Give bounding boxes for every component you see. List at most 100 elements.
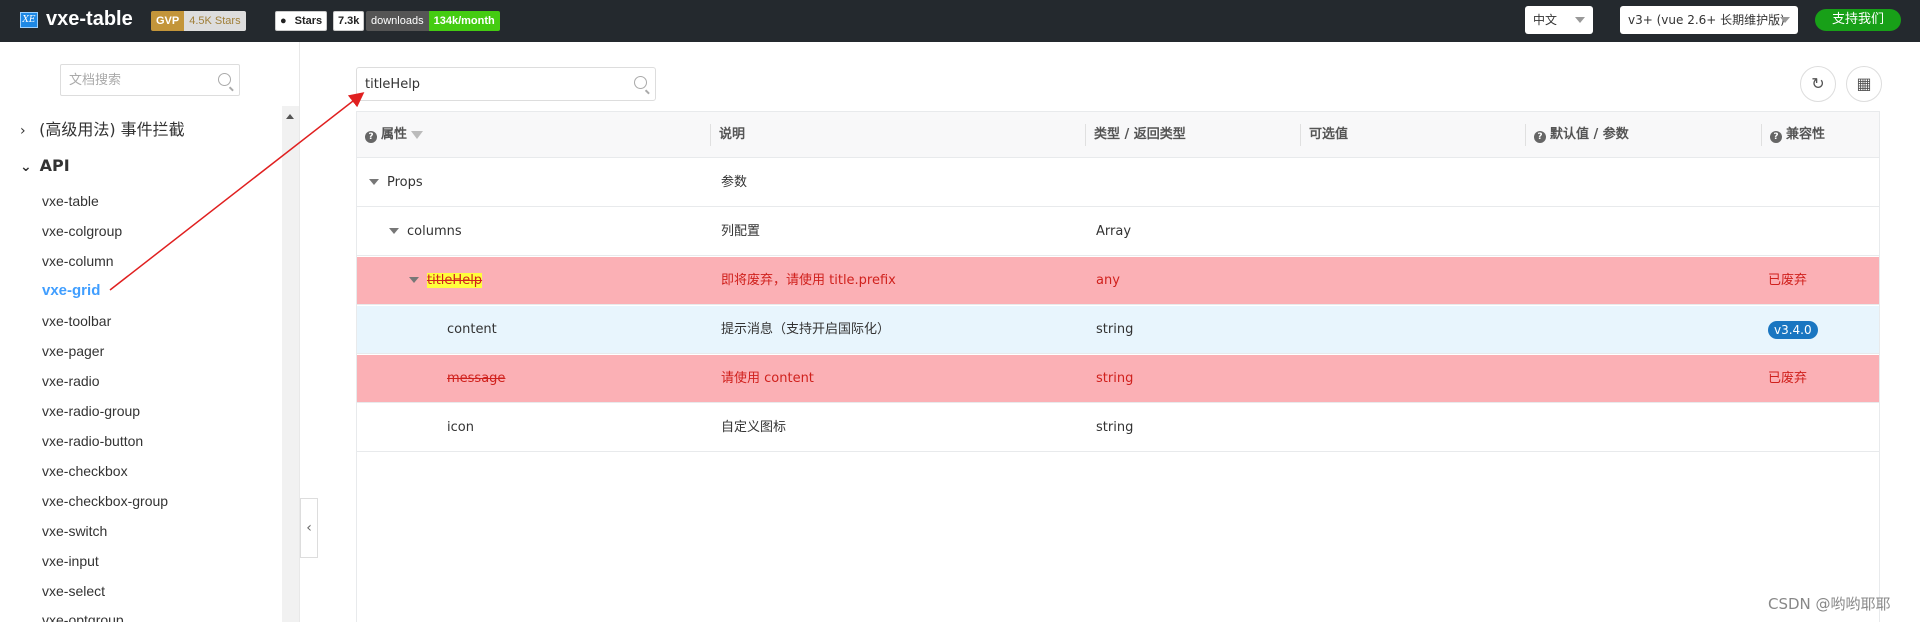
column-header-property[interactable]: ? 属性 bbox=[357, 112, 424, 158]
caret-down-icon[interactable] bbox=[389, 228, 399, 234]
search-icon[interactable] bbox=[634, 76, 647, 89]
nav-group-event-intercept[interactable]: › (高级用法) 事件拦截 bbox=[20, 116, 185, 140]
sidebar-item-vxe-toolbar[interactable]: vxe-toolbar bbox=[42, 313, 111, 329]
cell-desc: 提示消息（支持开启国际化） bbox=[721, 322, 891, 337]
github-icon: ● bbox=[280, 15, 287, 27]
cell-type: string bbox=[1096, 371, 1134, 386]
help-icon: ? bbox=[1770, 131, 1782, 143]
sidebar-item-vxe-optgroup[interactable]: vxe-optgroup bbox=[42, 612, 124, 622]
cell-name: columns bbox=[389, 208, 462, 256]
sidebar-item-vxe-radio-button[interactable]: vxe-radio-button bbox=[42, 433, 143, 449]
sidebar-item-vxe-pager[interactable]: vxe-pager bbox=[42, 343, 104, 359]
table-row[interactable]: message 请使用 content string 已废弃 bbox=[357, 355, 1879, 403]
column-header-compat[interactable]: ? 兼容性 bbox=[1762, 112, 1825, 158]
cell-type: string bbox=[1096, 420, 1134, 435]
sidebar-item-vxe-radio-group[interactable]: vxe-radio-group bbox=[42, 403, 140, 419]
nav-group-label: (高级用法) 事件拦截 bbox=[39, 120, 185, 139]
downloads-label: downloads bbox=[366, 11, 429, 31]
github-stars-count[interactable]: 7.3k bbox=[333, 11, 365, 31]
column-header-description[interactable]: 说明 bbox=[711, 112, 745, 158]
version-value: v3+ (vue 2.6+ 长期维护版) bbox=[1628, 13, 1785, 27]
cell-desc: 即将废弃，请使用 title.prefix bbox=[721, 273, 896, 288]
language-value: 中文 bbox=[1533, 13, 1558, 27]
column-header-default[interactable]: ? 默认值 / 参数 bbox=[1526, 112, 1629, 158]
sidebar-item-vxe-switch[interactable]: vxe-switch bbox=[42, 523, 107, 539]
github-stars-value: 7.3k bbox=[338, 15, 360, 27]
help-icon: ? bbox=[365, 131, 377, 143]
column-header-options[interactable]: 可选值 bbox=[1301, 112, 1348, 158]
cell-name: titleHelp bbox=[409, 257, 483, 305]
table-row[interactable]: Props 参数 bbox=[357, 159, 1879, 207]
layout-button[interactable]: ▦ bbox=[1846, 66, 1882, 102]
downloads-value: 134k/month bbox=[428, 11, 500, 31]
caret-down-icon[interactable] bbox=[409, 277, 419, 283]
version-select[interactable]: v3+ (vue 2.6+ 长期维护版) bbox=[1620, 6, 1798, 34]
chevron-left-icon: ‹ bbox=[306, 520, 312, 536]
cell-compat: 已废弃 bbox=[1768, 371, 1808, 386]
gvp-badge-label: GVP bbox=[151, 11, 185, 31]
api-table: ? 属性 说明 类型 / 返回类型 可选值 ? 默认值 / 参数 ? 兼容性 Prop… bbox=[356, 111, 1880, 622]
downloads-badge[interactable]: downloads 134k/month bbox=[366, 11, 500, 31]
api-search bbox=[356, 67, 656, 101]
cell-name: message bbox=[447, 371, 506, 386]
refresh-button[interactable]: ↻ bbox=[1800, 66, 1836, 102]
table-row[interactable]: titleHelp 即将废弃，请使用 title.prefix any 已废弃 bbox=[357, 257, 1879, 305]
nav-group-label: API bbox=[39, 156, 70, 175]
api-search-input[interactable] bbox=[357, 68, 655, 100]
logo-icon[interactable]: XE bbox=[20, 12, 38, 28]
cell-name: Props bbox=[369, 159, 423, 207]
table-row[interactable]: columns 列配置 Array bbox=[357, 208, 1879, 256]
sidebar-item-vxe-grid[interactable]: vxe-grid bbox=[42, 282, 100, 299]
chevron-down-icon bbox=[1780, 17, 1790, 23]
sidebar-collapse-button[interactable]: ‹ bbox=[300, 498, 318, 558]
table-row[interactable]: icon 自定义图标 string bbox=[357, 404, 1879, 452]
scroll-up-icon[interactable] bbox=[286, 114, 294, 119]
table-row[interactable]: content 提示消息（支持开启国际化） string v3.4.0 bbox=[357, 306, 1879, 354]
sidebar-item-vxe-column[interactable]: vxe-column bbox=[42, 253, 114, 269]
github-stars-label: Stars bbox=[294, 15, 323, 27]
search-icon[interactable] bbox=[218, 73, 231, 86]
gvp-badge-stars: 4.5K Stars bbox=[184, 11, 246, 31]
help-icon: ? bbox=[1534, 131, 1546, 143]
cell-type: any bbox=[1096, 273, 1120, 288]
gvp-badge[interactable]: GVP 4.5K Stars bbox=[151, 11, 246, 31]
cell-compat: v3.4.0 bbox=[1768, 306, 1818, 354]
github-stars-badge[interactable]: ● Stars bbox=[275, 11, 328, 31]
language-select[interactable]: 中文 bbox=[1525, 6, 1593, 34]
doc-search-input[interactable] bbox=[61, 65, 239, 95]
sidebar: › (高级用法) 事件拦截 ⌄ API vxe-table vxe-colgro… bbox=[0, 42, 300, 622]
sidebar-item-vxe-checkbox-group[interactable]: vxe-checkbox-group bbox=[42, 493, 168, 509]
sidebar-item-vxe-radio[interactable]: vxe-radio bbox=[42, 373, 100, 389]
cell-name: icon bbox=[447, 420, 474, 435]
sidebar-item-vxe-colgroup[interactable]: vxe-colgroup bbox=[42, 223, 122, 239]
sidebar-item-vxe-checkbox[interactable]: vxe-checkbox bbox=[42, 463, 128, 479]
top-header: XE vxe-table GVP 4.5K Stars ● Stars 7.3k… bbox=[0, 0, 1920, 42]
caret-down-icon[interactable] bbox=[369, 179, 379, 185]
brand-title[interactable]: vxe-table bbox=[46, 8, 133, 31]
cell-name: content bbox=[447, 322, 497, 337]
nav-group-api[interactable]: ⌄ API bbox=[20, 156, 70, 175]
cell-type: Array bbox=[1096, 224, 1132, 239]
chevron-down-icon bbox=[1575, 17, 1585, 23]
sidebar-item-vxe-select[interactable]: vxe-select bbox=[42, 583, 105, 599]
column-header-type[interactable]: 类型 / 返回类型 bbox=[1086, 112, 1186, 158]
cell-desc: 列配置 bbox=[721, 224, 761, 239]
cell-compat: 已废弃 bbox=[1768, 273, 1808, 288]
cell-desc: 请使用 content bbox=[721, 371, 814, 386]
watermark: CSDN @哟哟耶耶 bbox=[1768, 595, 1891, 613]
doc-search bbox=[60, 64, 240, 96]
sidebar-scrollbar[interactable] bbox=[282, 106, 299, 622]
sidebar-item-vxe-table[interactable]: vxe-table bbox=[42, 193, 99, 209]
sidebar-item-vxe-input[interactable]: vxe-input bbox=[42, 553, 99, 569]
chevron-down-icon: ⌄ bbox=[20, 159, 32, 175]
cell-desc: 参数 bbox=[721, 175, 748, 190]
table-header: ? 属性 说明 类型 / 返回类型 可选值 ? 默认值 / 参数 ? 兼容性 bbox=[357, 112, 1879, 158]
cell-desc: 自定义图标 bbox=[721, 420, 787, 435]
grid-icon: ▦ bbox=[1856, 74, 1872, 93]
chevron-right-icon: › bbox=[20, 123, 26, 139]
filter-icon[interactable] bbox=[411, 131, 424, 139]
version-badge: v3.4.0 bbox=[1768, 320, 1818, 339]
cell-type: string bbox=[1096, 322, 1134, 337]
refresh-icon: ↻ bbox=[1811, 74, 1825, 93]
support-button[interactable]: 支持我们 bbox=[1815, 9, 1901, 31]
